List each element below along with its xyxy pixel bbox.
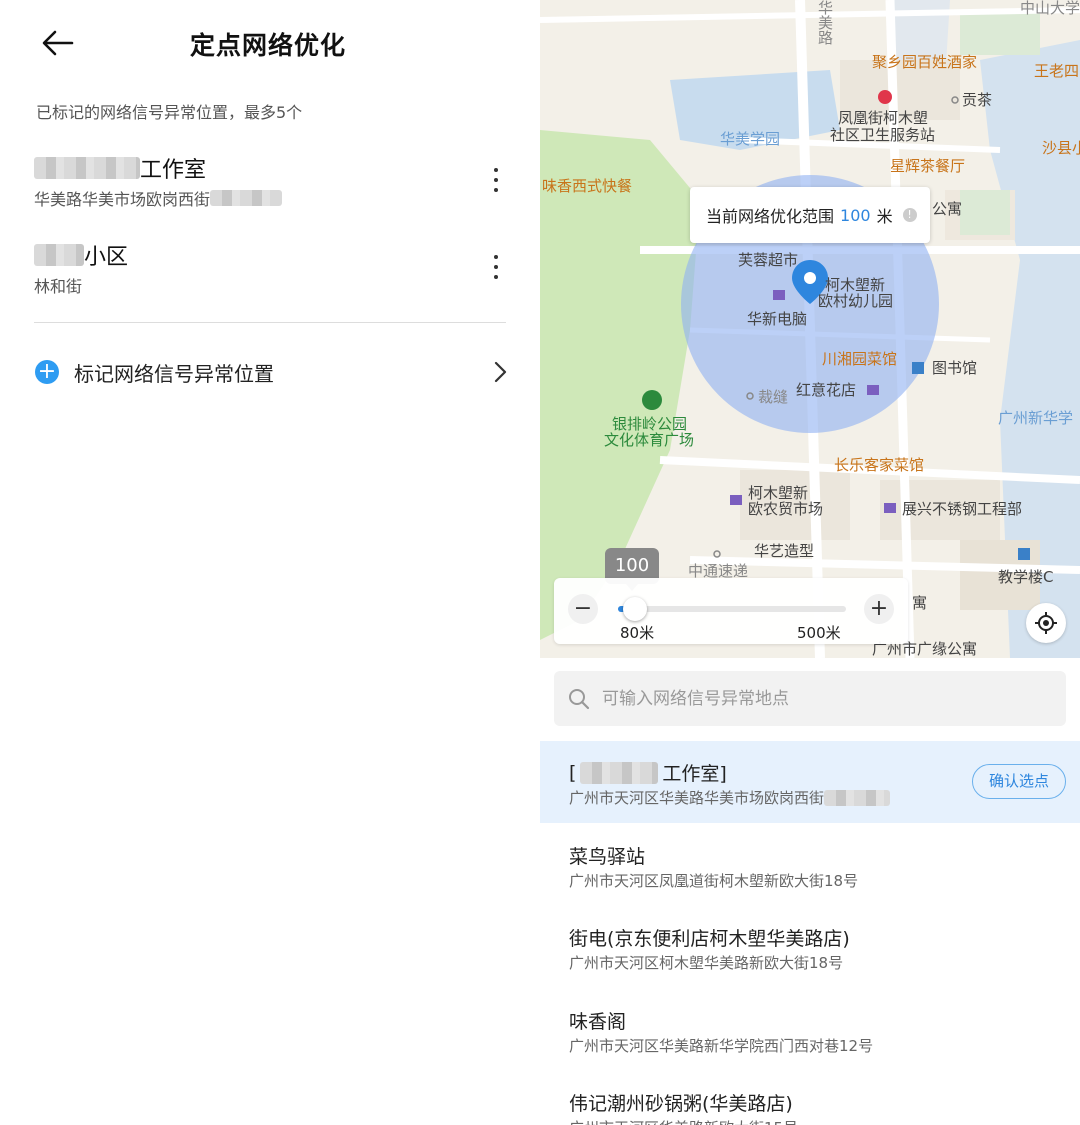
range-slider-track[interactable] [618,606,846,612]
result-name: 伟记潮州砂锅粥(华美路店) [569,1093,793,1115]
tooltip-value: 100 [840,205,871,225]
map-label: 味香西式快餐 [542,177,633,195]
search-bar[interactable] [554,671,1066,726]
plus-circle-icon: + [35,360,59,384]
map-label: 王老四 [1034,62,1080,80]
location-item[interactable]: 小区 林和街 [0,240,540,320]
crosshair-icon [1035,612,1057,634]
page-title: 定点网络优化 [190,31,347,60]
slider-max-label: 500米 [797,624,841,642]
location-name-text: 工作室 [140,158,207,183]
more-options-button[interactable] [488,165,504,195]
result-name: 街电(京东便利店柯木塱华美路店) [569,928,850,950]
map-label: 社区卫生服务站 [830,126,936,144]
result-address: 广州市天河区华美路新华学院西门西对巷12号 [569,1037,874,1055]
locate-button[interactable] [1026,603,1066,643]
map-label: 华美路 [816,0,834,45]
map-label: 广州新华学 [998,409,1074,427]
result-address: 广州市天河区凤凰道街柯木塱新欧大街18号 [569,872,859,890]
arrow-left-icon [42,30,74,56]
map-label: 聚乡园百姓酒家 [872,53,978,71]
redacted-blur [824,789,891,806]
map-label: 展兴不锈钢工程部 [902,500,1023,518]
map-view[interactable]: 华美路 中山大学 聚乡园百姓酒家 王老四 贡茶 凤凰街柯木塱 社区卫生服务站 华… [540,0,1080,658]
result-address: 广州市天河区华美路华美市场欧岗西街 [569,787,891,808]
location-item[interactable]: 工作室 华美路华美市场欧岗西街 [0,153,540,233]
divider [34,322,506,323]
result-name: [ 工作室] [569,759,727,786]
left-panel: 定点网络优化 已标记的网络信号异常位置，最多5个 工作室 华美路华美市场欧岗西街… [0,0,540,1125]
map-label: 欧村幼儿园 [818,292,894,310]
map-label: 星辉茶餐厅 [890,157,966,175]
map-label: 贡茶 [962,91,993,109]
redacted-blur [580,761,659,784]
decrease-range-button[interactable]: − [568,594,598,624]
result-address: 广州市天河区华美路新欧大街15号 [569,1117,798,1125]
map-label: 芙蓉超市 [738,251,799,269]
location-name: 小区 [34,240,128,270]
tooltip-prefix: 当前网络优化范围 [706,207,835,226]
location-address-text: 华美路华美市场欧岗西街 [34,190,211,209]
result-item-selected[interactable]: [ 工作室] 广州市天河区华美路华美市场欧岗西街 确认选点 [540,741,1080,823]
map-label: 裁缝 [758,388,789,406]
result-address: 广州市天河区柯木塱华美路新欧大街18号 [569,954,844,972]
map-label: 寓 [912,594,928,612]
map-label: 华美学园 [720,130,781,148]
range-slider-thumb[interactable] [622,597,647,621]
map-label: 教学楼C [998,568,1054,586]
map-label: 文化体育广场 [604,431,695,449]
result-item[interactable]: 街电(京东便利店柯木塱华美路店) 广州市天河区柯木塱华美路新欧大街18号 [540,906,1080,988]
search-icon [569,689,590,710]
slider-min-label: 80米 [620,624,655,642]
increase-range-button[interactable]: + [864,594,894,624]
map-label: 华艺造型 [754,542,815,560]
result-name: 菜鸟驿站 [569,846,646,868]
chevron-right-icon [494,361,507,383]
map-label: 公寓 [932,200,963,218]
hint-text: 已标记的网络信号异常位置，最多5个 [36,103,303,122]
location-name-text: 小区 [84,245,129,270]
redacted-blur [210,190,283,206]
range-tooltip: 当前网络优化范围 100 米 ! [690,187,930,243]
confirm-point-button[interactable]: 确认选点 [972,764,1066,799]
map-label: 川湘园菜馆 [822,350,898,368]
map-label: 图书馆 [932,359,978,377]
map-label: 中山大学 [1020,0,1080,17]
more-options-button[interactable] [488,252,504,282]
location-address-text: 林和街 [34,277,83,296]
add-location-label: 标记网络信号异常位置 [74,362,274,386]
redacted-blur [34,244,84,266]
add-location-row[interactable]: + 标记网络信号异常位置 [0,350,540,394]
tooltip-unit: 米 [876,207,893,226]
range-slider-card: − + [554,578,908,644]
location-address: 林和街 [34,273,82,297]
location-name: 工作室 [34,153,206,183]
map-label: 长乐客家菜馆 [834,456,925,474]
search-input[interactable] [602,671,1042,726]
result-item[interactable]: 伟记潮州砂锅粥(华美路店) 广州市天河区华美路新欧大街15号 [540,1071,1080,1125]
app-root: 定点网络优化 已标记的网络信号异常位置，最多5个 工作室 华美路华美市场欧岗西街… [0,0,1080,1125]
result-item[interactable]: 菜鸟驿站 广州市天河区凤凰道街柯木塱新欧大街18号 [540,824,1080,906]
back-button[interactable] [40,28,76,58]
right-panel: 华美路 中山大学 聚乡园百姓酒家 王老四 贡茶 凤凰街柯木塱 社区卫生服务站 华… [540,0,1080,1125]
map-label: 红意花店 [796,381,857,399]
info-icon[interactable]: ! [902,208,917,222]
redacted-blur [34,157,140,179]
map-label: 沙县小 [1042,139,1080,157]
result-address-text: 广州市天河区华美路华美市场欧岗西街 [569,789,825,807]
map-label: 华新电脑 [747,310,808,328]
result-name-prefix: [ [569,761,577,784]
map-label: 凤凰街柯木塱 [838,109,929,127]
result-item[interactable]: 味香阁 广州市天河区华美路新华学院西门西对巷12号 [540,989,1080,1071]
result-name-suffix: 工作室] [662,763,727,785]
location-address: 华美路华美市场欧岗西街 [34,186,283,210]
result-name: 味香阁 [569,1011,627,1033]
map-label: 欧农贸市场 [748,500,824,518]
